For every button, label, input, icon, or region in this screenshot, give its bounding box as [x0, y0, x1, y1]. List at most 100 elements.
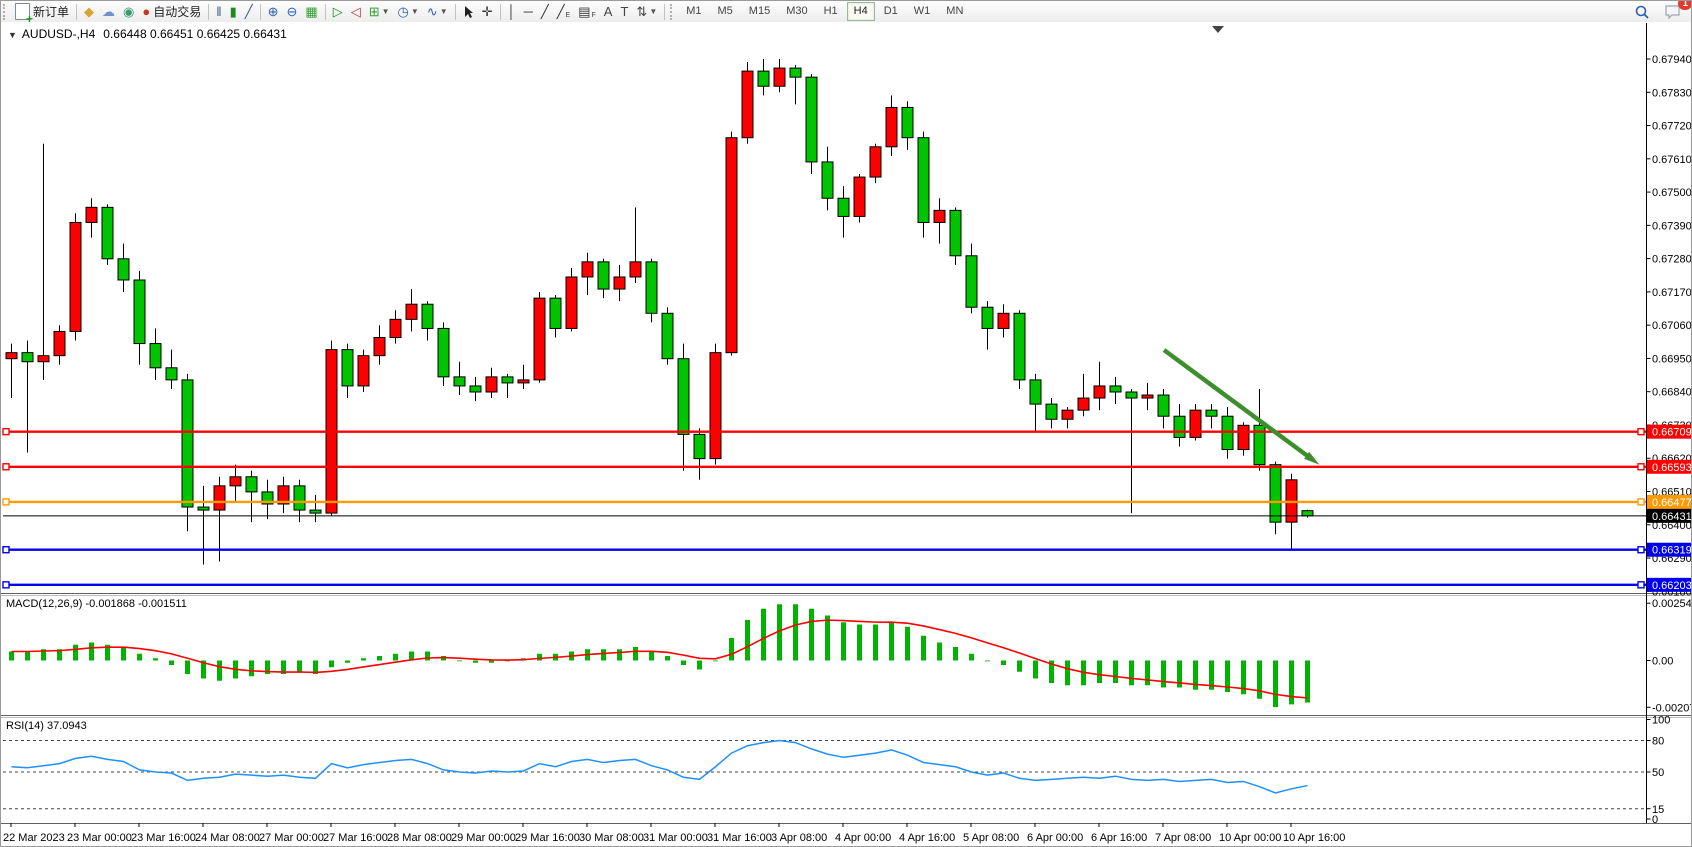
- toolbar-separator: [664, 4, 665, 20]
- candlestick-chart-icon[interactable]: ▮: [226, 2, 241, 21]
- candle-body: [310, 510, 321, 513]
- arrows-icon[interactable]: ⇅▼: [632, 2, 661, 21]
- candle-body: [598, 262, 609, 289]
- hline-handle-right[interactable]: [1638, 499, 1644, 505]
- trendline-icon[interactable]: ╱: [537, 2, 553, 21]
- candle-body: [390, 319, 401, 337]
- market-watch-icon[interactable]: ◆: [80, 2, 98, 21]
- candle-body: [454, 377, 465, 386]
- new-template-icon[interactable]: ⊞▼: [365, 2, 394, 21]
- search-button[interactable]: [1630, 2, 1654, 21]
- vertical-line-icon[interactable]: │: [504, 2, 520, 21]
- timeframe-button-m15[interactable]: M15: [742, 2, 777, 21]
- signals-icon[interactable]: ◉: [119, 2, 138, 21]
- hline-handle-right[interactable]: [1638, 464, 1644, 470]
- candle-body: [342, 350, 353, 386]
- zoom-out-icon: ⊖: [287, 2, 298, 21]
- timeframe-button-w1[interactable]: W1: [907, 2, 938, 21]
- indicators-icon: ∿: [427, 2, 438, 21]
- timeframe-button-h1[interactable]: H1: [817, 2, 845, 21]
- price-tag-value: 0.66477: [1652, 497, 1692, 509]
- candle-body: [182, 380, 193, 507]
- macd-histogram-bar: [329, 661, 334, 668]
- macd-histogram-bar: [985, 661, 990, 662]
- candle-body: [646, 262, 657, 313]
- equidistant-channel-icon[interactable]: ╱E: [553, 2, 575, 21]
- chart-shift-icon[interactable]: ◁: [347, 2, 365, 21]
- hline-handle-right[interactable]: [1638, 429, 1644, 435]
- timeframe-button-m5[interactable]: M5: [711, 2, 740, 21]
- bar-chart-icon[interactable]: ‖: [212, 2, 225, 21]
- time-tick-label: 6 Apr 16:00: [1091, 832, 1147, 844]
- macd-histogram-bar: [649, 652, 654, 661]
- timeframe-button-m1[interactable]: M1: [679, 2, 708, 21]
- macd-tick-label: 0.00: [1652, 656, 1673, 668]
- hline-handle-left[interactable]: [3, 582, 9, 588]
- main-toolbar: 新订单◆☁◉●自动交易‖▮╱⊕⊖▦▷◁⊞▼◷▼∿▼✛│─╱╱E▤FAT⇅▼M1M…: [1, 1, 1692, 23]
- macd-histogram-bar: [1289, 661, 1294, 705]
- time-tick-label: 10 Apr 00:00: [1219, 832, 1281, 844]
- auto-trading-icon[interactable]: ●自动交易: [138, 2, 205, 21]
- chart-collapse-icon[interactable]: ▼: [8, 30, 17, 40]
- time-tick-label: 31 Mar 16:00: [707, 832, 772, 844]
- candle-body: [950, 210, 961, 255]
- zoom-in-icon[interactable]: ⊕: [264, 2, 283, 21]
- chart-ohlc-values: 0.66448 0.66451 0.66425 0.66431: [103, 27, 287, 41]
- fibonacci-icon[interactable]: ▤F: [574, 2, 600, 21]
- price-tag-value: 0.66319: [1652, 545, 1692, 557]
- crosshair-icon[interactable]: ✛: [478, 2, 497, 21]
- macd-histogram-bar: [969, 654, 974, 661]
- tile-windows-icon[interactable]: ▦: [301, 2, 321, 21]
- hline-handle-right[interactable]: [1638, 547, 1644, 553]
- price-tag-0.66709: 0.66709: [1647, 425, 1692, 439]
- arrows-icon: ⇅: [636, 2, 647, 21]
- text-icon[interactable]: A: [600, 2, 617, 21]
- timeframe-button-mn[interactable]: MN: [939, 2, 970, 21]
- candle-body: [998, 313, 1009, 328]
- data-window-icon[interactable]: ☁: [98, 2, 119, 21]
- periods-icon[interactable]: ◷▼: [394, 2, 423, 21]
- chevron-down-icon: ▼: [649, 7, 657, 16]
- toolbar-grip[interactable]: [670, 4, 676, 20]
- candle-body: [358, 356, 369, 386]
- macd-signal-value: -0.001511: [138, 598, 187, 610]
- chart-canvas[interactable]: 0.679400.678300.677200.676100.675000.673…: [1, 22, 1692, 847]
- macd-histogram-bar: [1305, 661, 1310, 703]
- equidistant-channel-icon: ╱: [557, 2, 565, 21]
- scroll-to-end-icon[interactable]: ▷: [329, 2, 347, 21]
- candle-body: [166, 368, 177, 380]
- candle-body: [198, 507, 209, 510]
- time-tick-label: 27 Mar 00:00: [259, 832, 324, 844]
- candle: [870, 144, 881, 183]
- timeframe-button-h4[interactable]: H4: [847, 2, 875, 21]
- macd-tick-label: 0.002547: [1652, 598, 1692, 610]
- hline-handle-right[interactable]: [1638, 582, 1644, 588]
- price-tag-0.66477: 0.66477: [1647, 495, 1692, 509]
- cursor-icon[interactable]: [459, 2, 478, 21]
- candle: [918, 132, 929, 238]
- hline-handle-left[interactable]: [3, 464, 9, 470]
- horizontal-line-icon[interactable]: ─: [520, 2, 537, 21]
- candle-body: [294, 486, 305, 510]
- hline-handle-left[interactable]: [3, 429, 9, 435]
- notifications-button[interactable]: 1: [1660, 2, 1685, 21]
- candle-body: [1190, 410, 1201, 437]
- macd-histogram-bar: [921, 636, 926, 661]
- timeframe-button-d1[interactable]: D1: [877, 2, 905, 21]
- hline-handle-left[interactable]: [3, 499, 9, 505]
- zoom-out-icon[interactable]: ⊖: [283, 2, 302, 21]
- candle: [662, 307, 673, 365]
- toolbar-grip[interactable]: [3, 4, 9, 20]
- line-chart-icon[interactable]: ╱: [241, 2, 257, 21]
- candle-body: [1110, 386, 1121, 392]
- candle-body: [550, 298, 561, 328]
- fibonacci-icon: ▤: [578, 2, 590, 21]
- text-label-icon[interactable]: T: [616, 2, 632, 21]
- hline-handle-left[interactable]: [3, 547, 9, 553]
- timeframe-button-m30[interactable]: M30: [779, 2, 814, 21]
- candle-body: [1046, 404, 1057, 419]
- indicators-icon[interactable]: ∿▼: [423, 2, 452, 21]
- new-order-icon[interactable]: 新订单: [11, 2, 73, 21]
- candle: [326, 341, 337, 517]
- price-tick-label: 0.67830: [1652, 87, 1692, 99]
